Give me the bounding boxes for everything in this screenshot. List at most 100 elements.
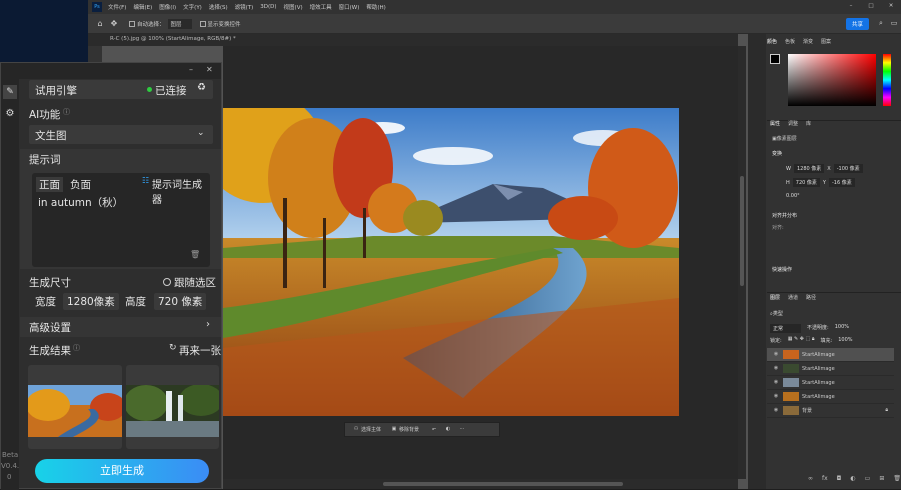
brush-icon[interactable]: ✎ (3, 85, 17, 99)
search-icon[interactable]: ⌕ (875, 20, 887, 27)
width-input[interactable]: 1280像素 (63, 293, 119, 310)
tab-swatches[interactable]: 色板 (785, 38, 795, 45)
maximize-icon[interactable]: □ (861, 4, 881, 10)
prompt-input[interactable]: in autumn（秋） (38, 195, 123, 210)
visibility-eye-icon[interactable]: ◉ (772, 352, 780, 357)
tab-paths[interactable]: 路径 (806, 294, 816, 301)
quick-actions-title[interactable]: 快速操作 (772, 266, 792, 273)
select-subject-button[interactable]: 选择主体 (361, 426, 381, 433)
menu-plugins[interactable]: 增效工具 (310, 3, 332, 11)
recycle-icon[interactable]: ♻ (197, 83, 206, 93)
color-picker-field[interactable] (788, 54, 876, 106)
menu-filter[interactable]: 滤镜(T) (235, 3, 254, 11)
tab-negative[interactable]: 负面 (70, 177, 91, 192)
trash-icon[interactable]: 🗑︎ (893, 476, 901, 482)
width-input[interactable]: 1280 像素 (793, 164, 825, 173)
blend-row: 正常 不透明度: 100% (770, 324, 849, 333)
minimize-icon[interactable]: – (841, 4, 861, 10)
share-button[interactable]: 共享 (845, 17, 869, 30)
engine-label[interactable]: 试用引擎 (35, 83, 77, 98)
hue-slider[interactable] (883, 54, 891, 106)
layer-row[interactable]: ◉ StartAIimage (767, 362, 894, 376)
canvas-vscrollbar[interactable] (738, 46, 746, 479)
visibility-eye-icon[interactable]: ◉ (772, 394, 780, 399)
mask-icon[interactable]: ◘ (837, 476, 842, 482)
align-section-title[interactable]: 对齐并分布 (772, 212, 797, 219)
contextual-taskbar: ⚇ 选择主体 ▣ 移除背景 ⟜ ◐ ⋯ (344, 422, 500, 437)
tab-patterns[interactable]: 图案 (821, 38, 831, 45)
fill-input[interactable]: 100% (838, 337, 852, 344)
tab-layers[interactable]: 图层 (770, 294, 780, 301)
fg-bg-swatch[interactable] (770, 54, 780, 64)
workspace-icon[interactable]: ▭ (887, 20, 901, 27)
layer-kind-filter[interactable]: ⌕ 类型 (770, 310, 783, 317)
prompt-generator-button[interactable]: 提示词生成器 (152, 176, 210, 206)
lock-icons[interactable]: ▦ ✎ ✥ ⬚ 🔒︎ (788, 337, 815, 344)
transform-icon[interactable]: ⟜ (427, 427, 441, 432)
layer-row[interactable]: ◉ StartAIimage (767, 376, 894, 390)
angle-input[interactable]: 0.00° (786, 193, 800, 199)
move-tool-icon[interactable]: ✥ (107, 19, 121, 28)
link-icon[interactable]: ∞ (808, 476, 813, 482)
tab-channels[interactable]: 通道 (788, 294, 798, 301)
tab-libraries[interactable]: 库 (806, 120, 811, 127)
plugin-titlebar: – ✕ (1, 63, 221, 79)
transform-checkbox[interactable] (199, 20, 206, 27)
menu-edit[interactable]: 编辑(E) (133, 3, 152, 11)
height-input[interactable]: 720 像素 (792, 178, 820, 187)
follow-selection-radio[interactable] (163, 278, 171, 286)
x-input[interactable]: -100 像素 (833, 164, 863, 173)
transform-section-title[interactable]: 变换 (772, 150, 782, 157)
layer-select-dropdown[interactable]: 图层 (167, 18, 192, 29)
tab-properties[interactable]: 属性 (770, 120, 780, 127)
close-icon[interactable]: ✕ (881, 4, 901, 10)
menu-3d[interactable]: 3D(D) (260, 4, 276, 10)
close-icon[interactable]: ✕ (206, 66, 213, 74)
layer-row[interactable]: ◉ StartAIimage (767, 390, 894, 404)
menu-help[interactable]: 帮助(H) (366, 3, 385, 11)
menu-type[interactable]: 文字(Y) (183, 3, 202, 11)
canvas-hscrollbar[interactable] (223, 479, 738, 489)
regenerate-button[interactable]: 再来一张 (179, 343, 221, 358)
advanced-settings-row[interactable]: 高级设置 › (20, 317, 221, 337)
blend-mode-dropdown[interactable]: 正常 (770, 324, 802, 333)
canvas-image[interactable] (223, 108, 679, 416)
visibility-eye-icon[interactable]: ◉ (772, 366, 780, 371)
gear-icon[interactable]: ⚙ (3, 109, 17, 119)
layer-row[interactable]: ◉ StartAIimage (767, 348, 894, 362)
subject-icon: ⚇ (353, 426, 359, 432)
menu-window[interactable]: 窗口(W) (339, 3, 360, 11)
new-layer-icon[interactable]: ⊞ (879, 476, 884, 482)
result-thumbnail-1[interactable] (28, 365, 122, 449)
result-thumbnail-2[interactable] (126, 365, 219, 449)
opacity-input[interactable]: 100% (835, 324, 849, 333)
layer-row[interactable]: ◉ 背景 🔒︎ (767, 404, 894, 418)
document-tab[interactable]: R-C (5).jpg @ 100% (StartAIimage, RGB/8#… (110, 36, 236, 42)
menu-select[interactable]: 选择(S) (209, 3, 228, 11)
height-input[interactable]: 720 像素 (154, 293, 207, 310)
menu-view[interactable]: 视图(V) (284, 3, 303, 11)
remove-background-button[interactable]: 移除背景 (399, 426, 419, 433)
home-icon[interactable]: ⌂ (93, 19, 107, 28)
info-icon[interactable]: ⓘ (73, 345, 80, 352)
visibility-eye-icon[interactable]: ◉ (772, 380, 780, 385)
adjustment-icon[interactable]: ◐ (850, 476, 855, 482)
menu-file[interactable]: 文件(F) (108, 3, 126, 11)
menu-image[interactable]: 图像(I) (159, 3, 176, 11)
trash-icon[interactable]: 🗑︎ (190, 251, 200, 259)
visibility-eye-icon[interactable]: ◉ (772, 408, 780, 413)
tab-positive[interactable]: 正面 (36, 177, 63, 192)
folder-icon[interactable]: ▭ (865, 476, 871, 482)
tab-gradients[interactable]: 渐变 (803, 38, 813, 45)
auto-select-checkbox[interactable] (129, 20, 135, 27)
adjust-icon[interactable]: ◐ (441, 427, 455, 432)
ai-function-select[interactable]: 文生图 ⌄ (29, 125, 213, 144)
generate-button[interactable]: 立即生成 (35, 459, 209, 483)
fx-icon[interactable]: fx (822, 476, 828, 482)
more-icon[interactable]: ⋯ (455, 427, 469, 432)
minimize-icon[interactable]: – (189, 66, 193, 74)
tab-adjustments[interactable]: 调整 (788, 120, 798, 127)
y-input[interactable]: -16 像素 (828, 178, 855, 187)
info-icon[interactable]: ⓘ (63, 109, 70, 116)
tab-color[interactable]: 颜色 (767, 38, 777, 45)
